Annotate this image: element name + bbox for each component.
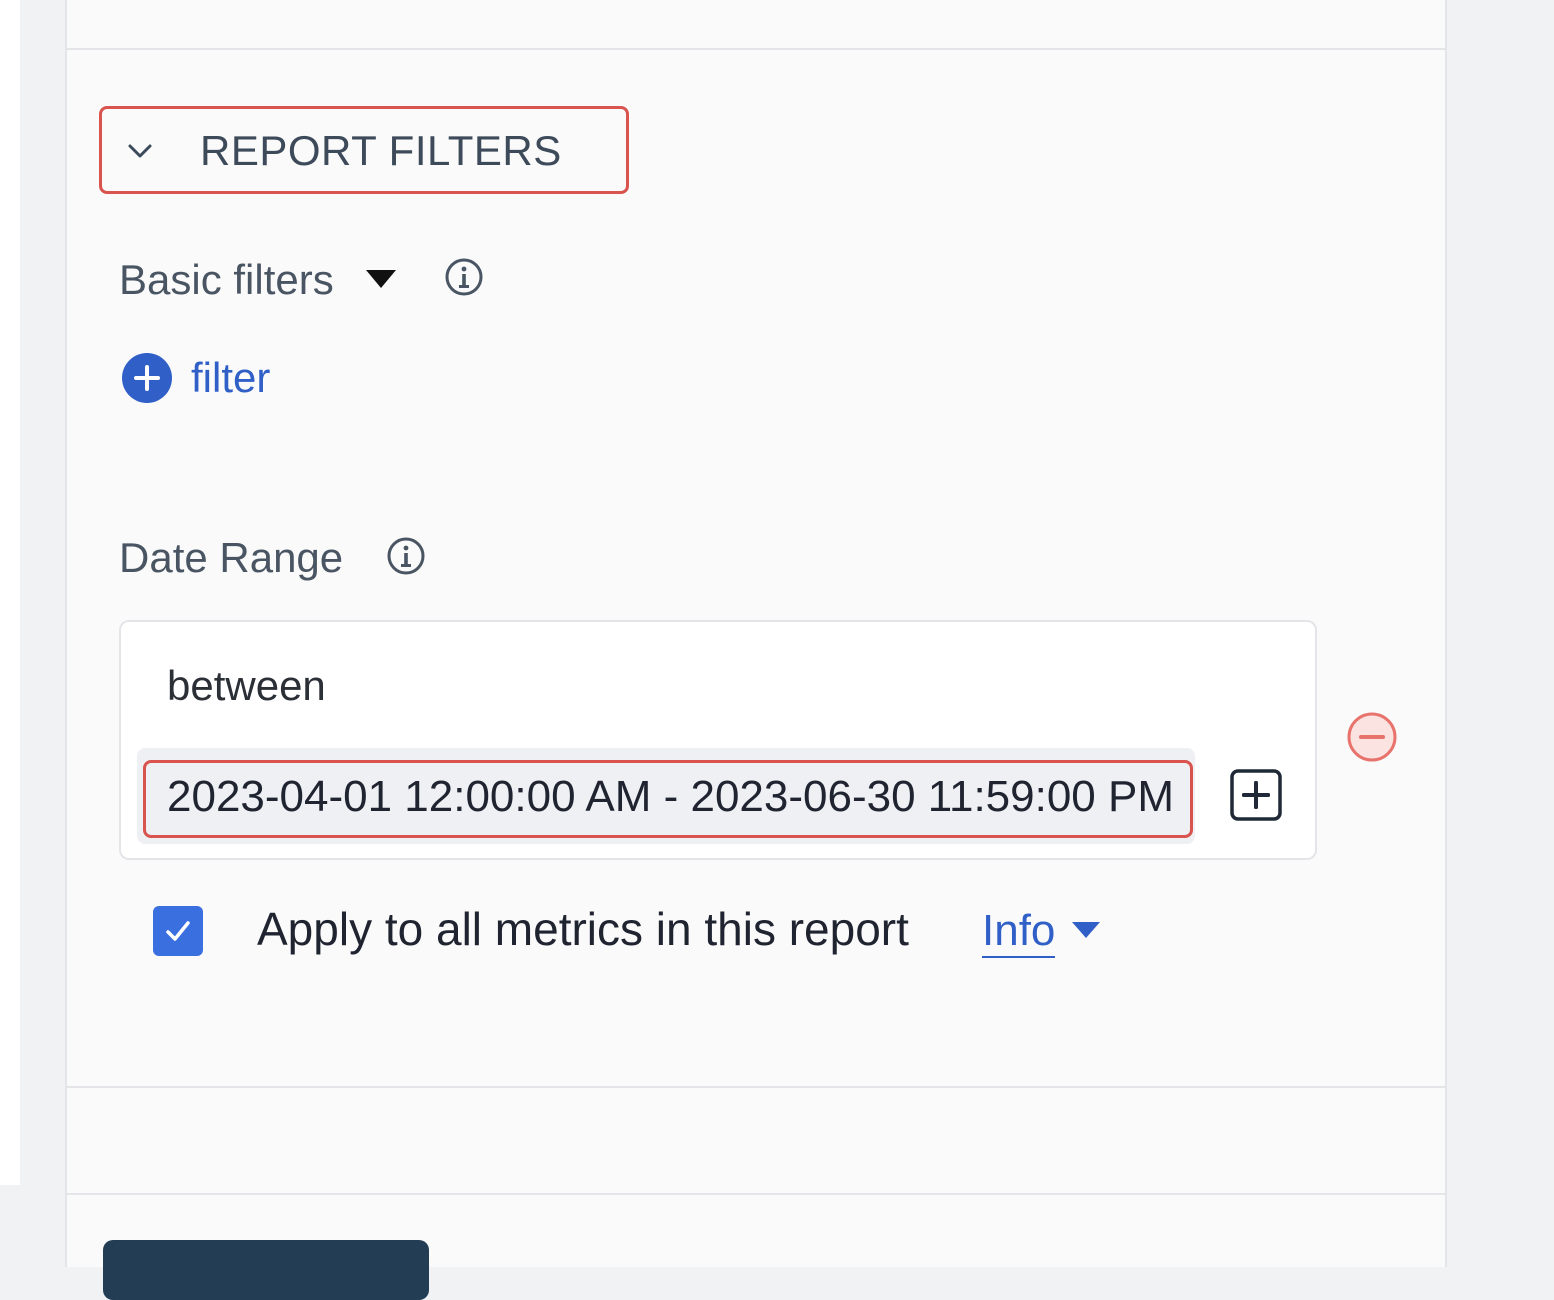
date-range-label: Date Range bbox=[119, 534, 344, 581]
left-panel-edge bbox=[0, 0, 20, 1185]
caret-down-icon[interactable] bbox=[1071, 920, 1101, 940]
section-divider bbox=[67, 1086, 1445, 1088]
check-icon bbox=[166, 921, 190, 941]
date-range-operator[interactable]: between bbox=[167, 662, 326, 710]
footer-divider bbox=[67, 1193, 1445, 1195]
add-filter-label: filter bbox=[191, 354, 271, 401]
apply-all-label[interactable]: Apply to all metrics in this report bbox=[257, 902, 909, 956]
info-icon[interactable] bbox=[443, 256, 485, 298]
caret-down-icon[interactable] bbox=[364, 268, 398, 290]
info-icon[interactable] bbox=[385, 535, 427, 577]
plus-circle-icon bbox=[122, 353, 172, 403]
basic-filters-label[interactable]: Basic filters bbox=[119, 256, 334, 304]
report-settings-panel: REPORT FILTERS Basic filters filter Date… bbox=[65, 0, 1447, 1300]
info-link[interactable]: Info bbox=[982, 906, 1056, 958]
date-range-card: between 2023-04-01 12:00:00 AM - 2023-06… bbox=[119, 620, 1317, 860]
report-filters-toggle[interactable]: REPORT FILTERS bbox=[99, 106, 629, 194]
top-divider bbox=[67, 48, 1445, 50]
apply-all-checkbox[interactable] bbox=[153, 906, 203, 956]
primary-action-button[interactable] bbox=[103, 1240, 429, 1300]
date-range-input[interactable]: 2023-04-01 12:00:00 AM - 2023-06-30 11:5… bbox=[137, 748, 1195, 844]
date-range-value: 2023-04-01 12:00:00 AM - 2023-06-30 11:5… bbox=[167, 772, 1174, 821]
remove-filter-icon[interactable] bbox=[1345, 710, 1399, 764]
section-title: REPORT FILTERS bbox=[200, 127, 562, 174]
expand-plus-icon[interactable] bbox=[1229, 768, 1283, 822]
add-filter-button[interactable]: filter bbox=[121, 352, 270, 404]
chevron-down-icon bbox=[128, 144, 152, 158]
